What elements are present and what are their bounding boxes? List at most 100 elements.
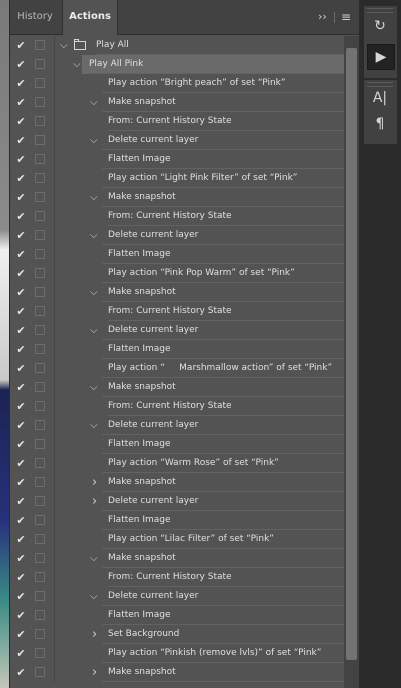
toggle-dialog-box[interactable] [35,420,45,430]
toggle-dialog-box[interactable] [35,477,45,487]
toggle-dialog-box[interactable] [35,572,45,582]
toggle-dialog-box[interactable] [35,325,45,335]
toggle-dialog-box[interactable] [35,192,45,202]
toggle-item-check-icon[interactable]: ✔ [15,625,27,644]
action-row[interactable]: ✔ ⌵ Delete current layer [10,131,344,150]
toggle-dialog-box[interactable] [35,249,45,259]
expand-chevron-down-icon[interactable]: ⌵ [90,378,98,397]
tab-history[interactable]: History [10,0,60,34]
action-row[interactable]: ✔ ⌵ Make snapshot [10,378,344,397]
toggle-item-check-icon[interactable]: ✔ [15,55,27,74]
toggle-dialog-box[interactable] [35,268,45,278]
expand-chevron-down-icon[interactable]: ⌵ [90,226,98,245]
toggle-dialog-box[interactable] [35,344,45,354]
toggle-item-check-icon[interactable]: ✔ [15,473,27,492]
action-row[interactable]: ✔ From: Current History State [10,112,344,131]
expand-chevron-down-icon[interactable]: ⌵ [90,283,98,302]
toggle-item-check-icon[interactable]: ✔ [15,397,27,416]
toggle-dialog-box[interactable] [35,591,45,601]
toggle-item-check-icon[interactable]: ✔ [15,131,27,150]
toggle-item-check-icon[interactable]: ✔ [15,302,27,321]
toggle-dialog-box[interactable] [35,439,45,449]
toggle-dialog-box[interactable] [35,135,45,145]
scrollbar-thumb[interactable] [346,48,357,660]
toggle-item-check-icon[interactable]: ✔ [15,245,27,264]
action-row[interactable]: ✔ ⌵ Play All [10,36,344,55]
toggle-item-check-icon[interactable]: ✔ [15,74,27,93]
action-row[interactable]: ✔ Play action “Warm Rose” of set “Pink” [10,454,344,473]
toggle-dialog-box[interactable] [35,40,45,50]
action-row[interactable]: ✔ Flatten Image [10,340,344,359]
action-row[interactable]: ✔ ⌵ Delete current layer [10,587,344,606]
toggle-dialog-box[interactable] [35,667,45,677]
action-row[interactable]: ✔ From: Current History State [10,302,344,321]
toggle-item-check-icon[interactable]: ✔ [15,93,27,112]
action-row[interactable]: ✔ Play action “ Marshmallow action” of se… [10,359,344,378]
action-row[interactable]: ✔ Play action “Light Pink Filter” of set … [10,169,344,188]
toggle-item-check-icon[interactable]: ✔ [15,606,27,625]
toggle-dialog-box[interactable] [35,534,45,544]
character-panel-icon[interactable]: A| [367,86,393,110]
toggle-dialog-box[interactable] [35,363,45,373]
toggle-dialog-box[interactable] [35,610,45,620]
toggle-dialog-box[interactable] [35,382,45,392]
action-row[interactable]: ✔ Flatten Image [10,245,344,264]
collapse-chevron-right-icon[interactable]: › [92,492,97,511]
toggle-dialog-box[interactable] [35,648,45,658]
toggle-item-check-icon[interactable]: ✔ [15,416,27,435]
toggle-item-check-icon[interactable]: ✔ [15,663,27,682]
toggle-dialog-box[interactable] [35,154,45,164]
expand-chevron-down-icon[interactable]: ⌵ [90,321,98,340]
expand-chevron-down-icon[interactable]: ⌵ [90,549,98,568]
toggle-item-check-icon[interactable]: ✔ [15,169,27,188]
action-row[interactable]: ✔ › Delete current layer [10,492,344,511]
action-row[interactable]: ✔ ⌵ Play All Pink [10,55,344,74]
action-row[interactable]: ✔ Flatten Image [10,606,344,625]
tab-actions[interactable]: Actions [62,0,118,35]
expand-chevron-down-icon[interactable]: ⌵ [90,93,98,112]
toggle-item-check-icon[interactable]: ✔ [15,511,27,530]
toggle-item-check-icon[interactable]: ✔ [15,568,27,587]
toggle-dialog-box[interactable] [35,458,45,468]
action-row[interactable]: ✔ › Make snapshot [10,663,344,682]
action-row[interactable]: ✔ Play action “Pink Pop Warm” of set “Pin… [10,264,344,283]
toggle-item-check-icon[interactable]: ✔ [15,188,27,207]
expand-chevron-down-icon[interactable]: ⌵ [60,36,68,55]
history-brush-icon[interactable]: ↻ [367,14,393,38]
toggle-item-check-icon[interactable]: ✔ [15,492,27,511]
toggle-item-check-icon[interactable]: ✔ [15,226,27,245]
action-row[interactable]: ✔ ⌵ Delete current layer [10,321,344,340]
action-row[interactable]: ✔ ⌵ Make snapshot [10,188,344,207]
toggle-dialog-box[interactable] [35,401,45,411]
toggle-item-check-icon[interactable]: ✔ [15,644,27,663]
action-row[interactable]: ✔ ⌵ Make snapshot [10,283,344,302]
toggle-item-check-icon[interactable]: ✔ [15,207,27,226]
action-row[interactable]: ✔ ⌵ Delete current layer [10,416,344,435]
paragraph-panel-icon[interactable]: ¶ [367,112,393,136]
action-row[interactable]: ✔ Play action “Pinkish (remove lvls)” of … [10,644,344,663]
toggle-item-check-icon[interactable]: ✔ [15,340,27,359]
dock-grip[interactable] [367,8,393,13]
toggle-dialog-box[interactable] [35,78,45,88]
toggle-dialog-box[interactable] [35,173,45,183]
action-row[interactable]: ✔ Flatten Image [10,150,344,169]
action-row[interactable]: ✔ ⌵ Delete current layer [10,226,344,245]
collapse-chevron-right-icon[interactable]: › [92,663,97,682]
toggle-dialog-box[interactable] [35,116,45,126]
action-row[interactable]: ✔ Flatten Image [10,511,344,530]
expand-chevron-down-icon[interactable]: ⌵ [90,587,98,606]
action-row[interactable]: ✔ From: Current History State [10,568,344,587]
toggle-dialog-box[interactable] [35,59,45,69]
toggle-dialog-box[interactable] [35,553,45,563]
panel-menu-icon[interactable]: ≡ [341,0,351,34]
toggle-item-check-icon[interactable]: ✔ [15,530,27,549]
toggle-dialog-box[interactable] [35,629,45,639]
toggle-dialog-box[interactable] [35,230,45,240]
action-row[interactable]: ✔ › Set Background [10,625,344,644]
action-row[interactable]: ✔ Play action “Bright peach” of set “Pink… [10,74,344,93]
toggle-item-check-icon[interactable]: ✔ [15,359,27,378]
toggle-item-check-icon[interactable]: ✔ [15,36,27,55]
action-row[interactable]: ✔ Flatten Image [10,435,344,454]
action-row[interactable]: ✔ › Make snapshot [10,473,344,492]
toggle-dialog-box[interactable] [35,211,45,221]
